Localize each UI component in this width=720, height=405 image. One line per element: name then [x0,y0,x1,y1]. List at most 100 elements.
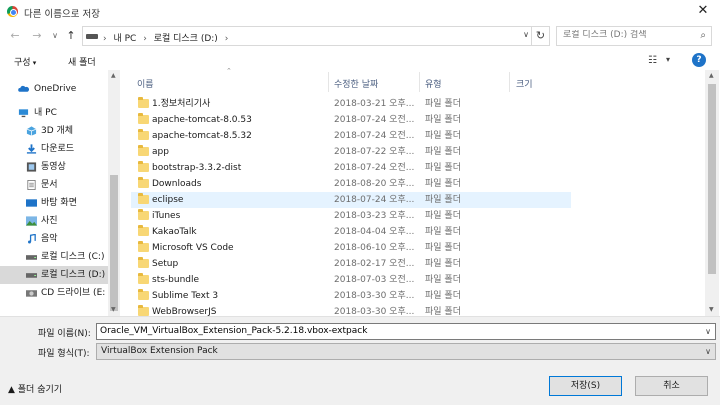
search-box[interactable]: ⌕ [556,26,712,46]
file-row[interactable]: iTunes 2018-03-23 오후... 파일 폴더 [131,208,571,224]
file-name: apache-tomcat-8.0.53 [152,115,252,125]
file-type: 파일 폴더 [425,275,461,285]
folder-icon [138,161,149,172]
refresh-icon[interactable]: ↻ [532,26,550,46]
file-row[interactable]: apache-tomcat-8.0.53 2018-07-24 오전... 파일 폴… [131,112,571,128]
file-modified: 2018-02-17 오전... [334,259,415,269]
chevron-down-icon[interactable]: ∨ [705,327,711,336]
address-dropdown-chevron-icon[interactable]: ∨ [523,30,529,39]
column-divider[interactable] [419,72,420,92]
file-row[interactable]: WebBrowserJS 2018-03-30 오후... 파일 폴더 [131,304,571,316]
file-row[interactable]: 1.정보처리기사 2018-03-21 오후... 파일 폴더 [131,96,571,112]
close-icon[interactable]: ✕ [686,0,720,24]
file-type: 파일 폴더 [425,179,461,189]
file-row[interactable]: KakaoTalk 2018-04-04 오후... 파일 폴더 [131,224,571,240]
help-icon[interactable]: ? [692,53,706,67]
sidebar-item-pictures[interactable]: 사진 [0,212,108,230]
sidebar-item-local-disk-d[interactable]: 로컬 디스크 (D:) [0,266,108,284]
view-options-caret-icon[interactable]: ▾ [666,55,670,64]
breadcrumb-separator: › [143,34,147,44]
sidebar-scrollbar-thumb[interactable] [110,175,118,311]
sidebar-item-3d-objects[interactable]: 3D 개체 [0,122,108,140]
scroll-down-arrow-icon[interactable]: ▼ [709,306,714,313]
sidebar-item-my-pc[interactable]: 내 PC [0,104,108,122]
scroll-up-arrow-icon[interactable]: ▲ [111,72,116,79]
search-icon[interactable]: ⌕ [700,30,706,41]
filename-combobox[interactable]: ∨ [96,323,716,340]
folder-icon [138,273,149,284]
file-type: 파일 폴더 [425,131,461,141]
file-row[interactable]: Sublime Text 3 2018-03-30 오후... 파일 폴더 [131,288,571,304]
breadcrumb-item-my-pc[interactable]: 내 PC [113,34,136,44]
file-modified: 2018-07-22 오후... [334,147,415,157]
file-modified: 2018-07-24 오후... [334,195,415,205]
cloud-icon [18,85,29,92]
file-row[interactable]: app 2018-07-22 오후... 파일 폴더 [131,144,571,160]
search-input[interactable] [563,30,688,40]
file-row[interactable]: Microsoft VS Code 2018-06-10 오후... 파일 폴더 [131,240,571,256]
pc-icon [18,109,29,118]
file-type: 파일 폴더 [425,163,461,173]
file-type: 파일 폴더 [425,115,461,125]
address-bar[interactable]: › 내 PC › 로컬 디스크 (D:) › ∨ [82,26,532,46]
drive-icon [26,255,37,260]
sidebar-item-cd-drive-e[interactable]: CD 드라이브 (E: [0,284,108,302]
file-modified: 2018-07-24 오전... [334,131,415,141]
scroll-down-arrow-icon[interactable]: ▼ [111,306,116,313]
sidebar-item-onedrive[interactable]: OneDrive [0,80,108,98]
file-list-scrollbar-thumb[interactable] [708,84,716,274]
recent-locations-chevron-icon[interactable]: ∨ [48,28,62,44]
sidebar-item-local-disk-c[interactable]: 로컬 디스크 (C:) [0,248,108,266]
sidebar-item-label: OneDrive [34,84,77,94]
breadcrumb-separator: › [103,34,107,44]
save-button[interactable]: 저장(S) [549,376,622,396]
column-header-type[interactable]: 유형 [425,77,442,90]
document-icon [27,180,36,190]
window-title: 다른 이름으로 저장 [24,9,100,20]
column-header-name[interactable]: 이름 [137,77,154,90]
file-type: 파일 폴더 [425,243,461,253]
file-row[interactable]: bootstrap-3.3.2-dist 2018-07-24 오전... 파일 폴… [131,160,571,176]
chevron-down-icon[interactable]: ∨ [705,347,711,356]
sidebar-item-documents[interactable]: 문서 [0,176,108,194]
organize-button[interactable]: 구성 [14,55,36,68]
sidebar-item-downloads[interactable]: 다운로드 [0,140,108,158]
sidebar-item-desktop[interactable]: 바탕 화면 [0,194,108,212]
filename-input[interactable] [100,326,690,336]
file-modified: 2018-07-24 오전... [334,163,415,173]
file-modified: 2018-03-23 오후... [334,211,415,221]
file-type: 파일 폴더 [425,307,461,316]
hide-folders-button[interactable]: ▲ 폴더 숨기기 [8,382,62,395]
forward-arrow-icon[interactable]: → [30,28,44,44]
up-arrow-icon[interactable]: ↑ [64,28,78,44]
file-row[interactable]: sts-bundle 2018-07-03 오전... 파일 폴더 [131,272,571,288]
desktop-icon [26,199,37,207]
sidebar-item-label: 문서 [41,180,58,190]
file-name: eclipse [152,195,184,205]
file-row[interactable]: Downloads 2018-08-20 오후... 파일 폴더 [131,176,571,192]
column-header-modified[interactable]: 수정한 날짜 [334,77,378,90]
sidebar-item-label: 사진 [41,216,58,226]
file-type: 파일 폴더 [425,211,461,221]
file-row[interactable]: Setup 2018-02-17 오전... 파일 폴더 [131,256,571,272]
back-arrow-icon[interactable]: ← [8,28,22,44]
column-header-size[interactable]: 크기 [516,77,533,90]
file-name: bootstrap-3.3.2-dist [152,163,242,173]
cancel-button[interactable]: 취소 [635,376,708,396]
sidebar-item-videos[interactable]: 동영상 [0,158,108,176]
sidebar-item-music[interactable]: 음악 [0,230,108,248]
file-row-hovered[interactable]: eclipse 2018-07-24 오후... 파일 폴더 [131,192,571,208]
filetype-select[interactable]: VirtualBox Extension Pack ∨ [96,343,716,360]
new-folder-button[interactable]: 새 폴더 [68,55,96,68]
breadcrumb-item-local-disk-d[interactable]: 로컬 디스크 (D:) [154,34,218,44]
file-name: 1.정보처리기사 [152,99,211,109]
file-row[interactable]: apache-tomcat-8.5.32 2018-07-24 오전... 파일 폴… [131,128,571,144]
file-type: 파일 폴더 [425,195,461,205]
folder-icon [138,209,149,220]
view-options-icon[interactable]: ☷ [648,55,657,66]
column-divider[interactable] [328,72,329,92]
scroll-up-arrow-icon[interactable]: ▲ [709,72,714,79]
column-divider[interactable] [509,72,510,92]
sidebar-item-label: 내 PC [34,108,57,118]
title-bar [0,0,720,24]
